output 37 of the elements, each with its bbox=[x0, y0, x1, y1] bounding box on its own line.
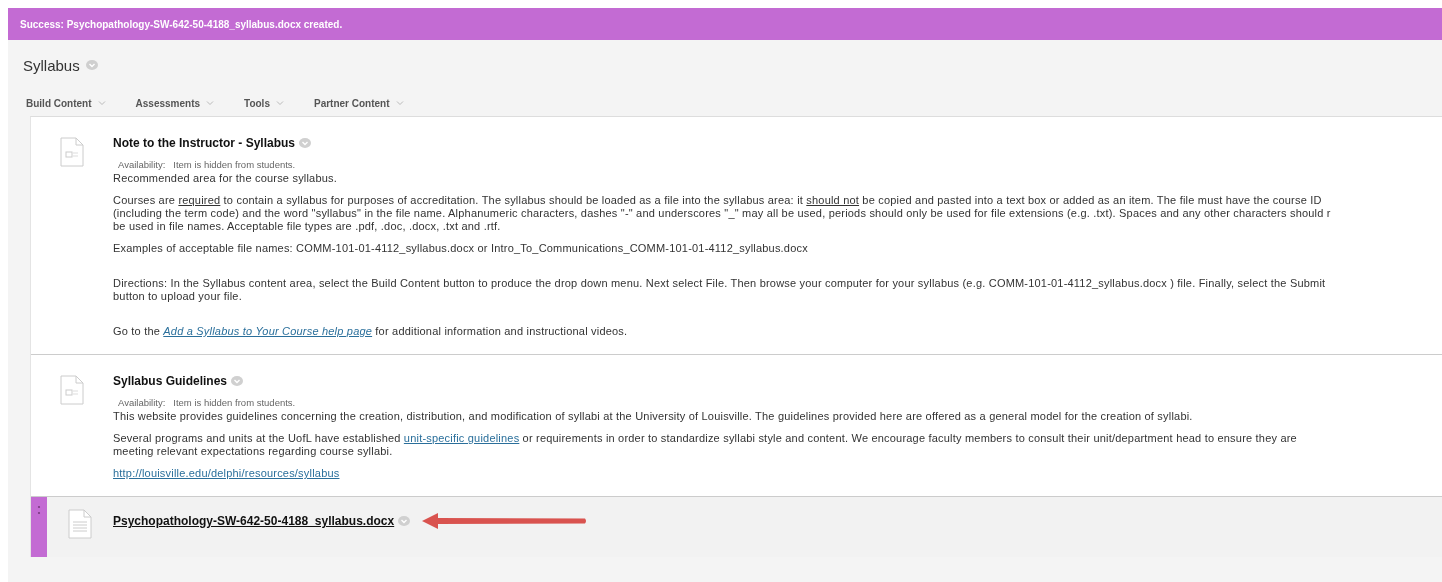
text-line: button to upload your file. bbox=[113, 290, 243, 303]
availability-status: Availability: Item is hidden from students. bbox=[118, 397, 297, 408]
text-line: be used in file names. Acceptable file types are .pdf, .doc, .docx, .txt and .rtf. bbox=[113, 220, 502, 233]
document-icon bbox=[60, 137, 84, 167]
link[interactable]: unit-specific guidelines bbox=[403, 432, 520, 444]
text-line: Examples of acceptable file names: COMM-101-01-4112_syllabus.docx or Intro_To_Communications_COMM-101-01-4112_syllabus.docx bbox=[113, 242, 809, 255]
menu-dropdown[interactable]: Partner Content bbox=[313, 96, 404, 110]
caret-icon bbox=[275, 100, 284, 106]
text-line: Several programs and units at the UofL have established unit-specific guidelines or requirements in order to standardize syllabi style and content. We encourage faculty members to consult their unit/department head to ensure they are bbox=[113, 432, 1298, 445]
item-title: Note to the Instructor - Syllabus bbox=[113, 136, 295, 150]
availability-status: Availability: Item is hidden from students. bbox=[118, 159, 297, 170]
text-line: (including the term code) and the word "syllabus" in the file name. Alphanumeric characters, dashes "-" and underscores "_" may all be used, periods should only be used for file extensions (e.g. .txt). Spaces and any other characters should r bbox=[113, 207, 1332, 220]
drag-handle-icon[interactable] bbox=[37, 505, 41, 515]
options-chevron-icon[interactable] bbox=[398, 516, 411, 526]
text-line: Go to the Add a Syllabus to Your Course help page for additional information and instructional videos. bbox=[113, 325, 629, 338]
document-icon bbox=[68, 509, 92, 539]
item-title: Syllabus Guidelines bbox=[113, 374, 228, 388]
options-chevron-icon[interactable] bbox=[85, 60, 98, 70]
text-line: Courses are required to contain a syllabus for purposes of accreditation. The syllabus should be loaded as a file into the syllabus area: it should not be copied and pasted into a text box or added as an item. The file must have the course ID bbox=[113, 194, 1323, 207]
options-chevron-icon[interactable] bbox=[231, 376, 244, 386]
text-line: meeting relevant expectations regarding course syllabi. bbox=[113, 445, 394, 458]
menu-dropdown[interactable]: Build Content bbox=[26, 96, 106, 110]
caret-icon bbox=[395, 100, 404, 106]
page-title: Syllabus bbox=[23, 56, 80, 74]
text-line: Directions: In the Syllabus content area, select the Build Content button to produce the drop down menu. Next select File. Then browse your computer for your syllabus (e.g. COMM-101-01-4112_syllabus.docx ) file. Finally, select the Submit bbox=[113, 277, 1327, 290]
caret-icon bbox=[97, 100, 106, 106]
link[interactable]: http://louisville.edu/delphi/resources/syllabus bbox=[113, 467, 340, 479]
success-message: Success: Psychopathology-SW-642-50-4188_syllabus.docx created. bbox=[20, 18, 343, 30]
link[interactable]: Add a Syllabus to Your Course help page bbox=[163, 325, 373, 337]
caret-icon bbox=[206, 100, 215, 106]
text-line: Recommended area for the course syllabus. bbox=[113, 172, 339, 185]
menu-dropdown[interactable]: Assessments bbox=[135, 96, 215, 110]
document-icon bbox=[60, 375, 84, 405]
file-link[interactable]: Psychopathology-SW-642-50-4188_syllabus.docx bbox=[113, 514, 395, 528]
options-chevron-icon[interactable] bbox=[299, 138, 311, 148]
text-line: This website provides guidelines concerning the creation, distribution, and modification of syllabi at the University of Louisville. The guidelines provided here are offered as a general model for the creation of syllabi. bbox=[113, 410, 1194, 423]
menu-dropdown[interactable]: Tools bbox=[244, 96, 284, 110]
